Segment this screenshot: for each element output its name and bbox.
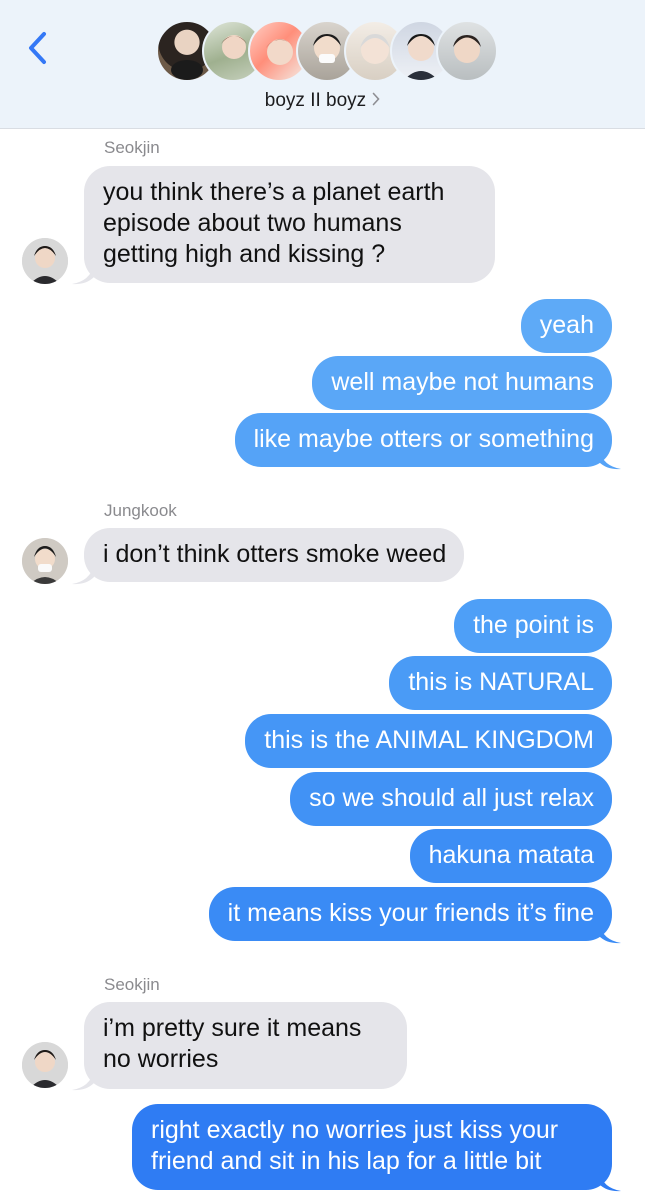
outgoing-message-bubble[interactable]: yeah	[520, 299, 612, 353]
group-avatar	[436, 20, 498, 82]
outgoing-message-bubble[interactable]: hakuna matata	[409, 829, 612, 883]
bubble-tail	[599, 1172, 621, 1192]
message-text: hakuna matata	[428, 841, 594, 869]
message-line: i’m pretty sure it means	[103, 1014, 362, 1042]
message-text: so we should all just relax	[309, 784, 594, 812]
bubble-tail	[72, 565, 94, 585]
message-line: episode about two humans	[103, 209, 402, 237]
conversation-header: boyz II boyz	[0, 0, 645, 129]
message-text: i don’t think otters smoke weed	[103, 540, 447, 568]
group-name-link[interactable]: boyz II boyz	[0, 90, 645, 112]
sender-name: Seokjin	[104, 138, 160, 157]
bubble-tail	[599, 450, 621, 470]
outgoing-message-bubble[interactable]: right exactly no worries just kiss your …	[132, 1104, 612, 1190]
message-text: this is the ANIMAL KINGDOM	[264, 726, 594, 754]
sender-avatar[interactable]	[22, 538, 68, 584]
message-text: yeah	[539, 311, 594, 339]
outgoing-message-bubble[interactable]: this is NATURAL	[389, 656, 612, 710]
message-text: this is NATURAL	[408, 668, 594, 696]
group-avatars[interactable]	[0, 20, 645, 84]
chevron-right-icon	[372, 90, 380, 112]
bubble-tail	[72, 1071, 94, 1091]
incoming-message-bubble[interactable]: i’m pretty sure it means no worries	[84, 1002, 407, 1089]
sender-avatar[interactable]	[22, 1042, 68, 1088]
message-text: well maybe not humans	[331, 368, 594, 396]
incoming-message-bubble[interactable]: i don’t think otters smoke weed	[84, 528, 465, 582]
group-name: boyz II boyz	[264, 90, 367, 112]
bubble-tail	[599, 924, 621, 944]
outgoing-message-bubble[interactable]: it means kiss your friends it’s fine	[208, 887, 612, 941]
outgoing-message-bubble[interactable]: well maybe not humans	[312, 356, 612, 410]
sender-name: Seokjin	[104, 975, 160, 994]
incoming-message-bubble[interactable]: you think there’s a planet earth episode…	[84, 166, 495, 283]
message-text: like maybe otters or something	[253, 425, 594, 453]
outgoing-message-bubble[interactable]: like maybe otters or something	[234, 413, 612, 467]
outgoing-message-bubble[interactable]: the point is	[454, 599, 612, 653]
message-line: no worries	[103, 1045, 219, 1073]
message-text: it means kiss your friends it’s fine	[227, 899, 594, 927]
message-line: you think there’s a planet earth	[103, 178, 445, 206]
outgoing-message-bubble[interactable]: this is the ANIMAL KINGDOM	[245, 714, 612, 768]
sender-avatar[interactable]	[22, 238, 68, 284]
message-line: friend and sit in his lap for a little b…	[151, 1147, 542, 1175]
message-text: the point is	[473, 611, 594, 639]
sender-name: Jungkook	[104, 501, 177, 520]
message-line: getting high and kissing ?	[103, 240, 386, 268]
outgoing-message-bubble[interactable]: so we should all just relax	[290, 772, 612, 826]
message-line: right exactly no worries just kiss your	[151, 1116, 559, 1144]
bubble-tail	[72, 265, 94, 285]
